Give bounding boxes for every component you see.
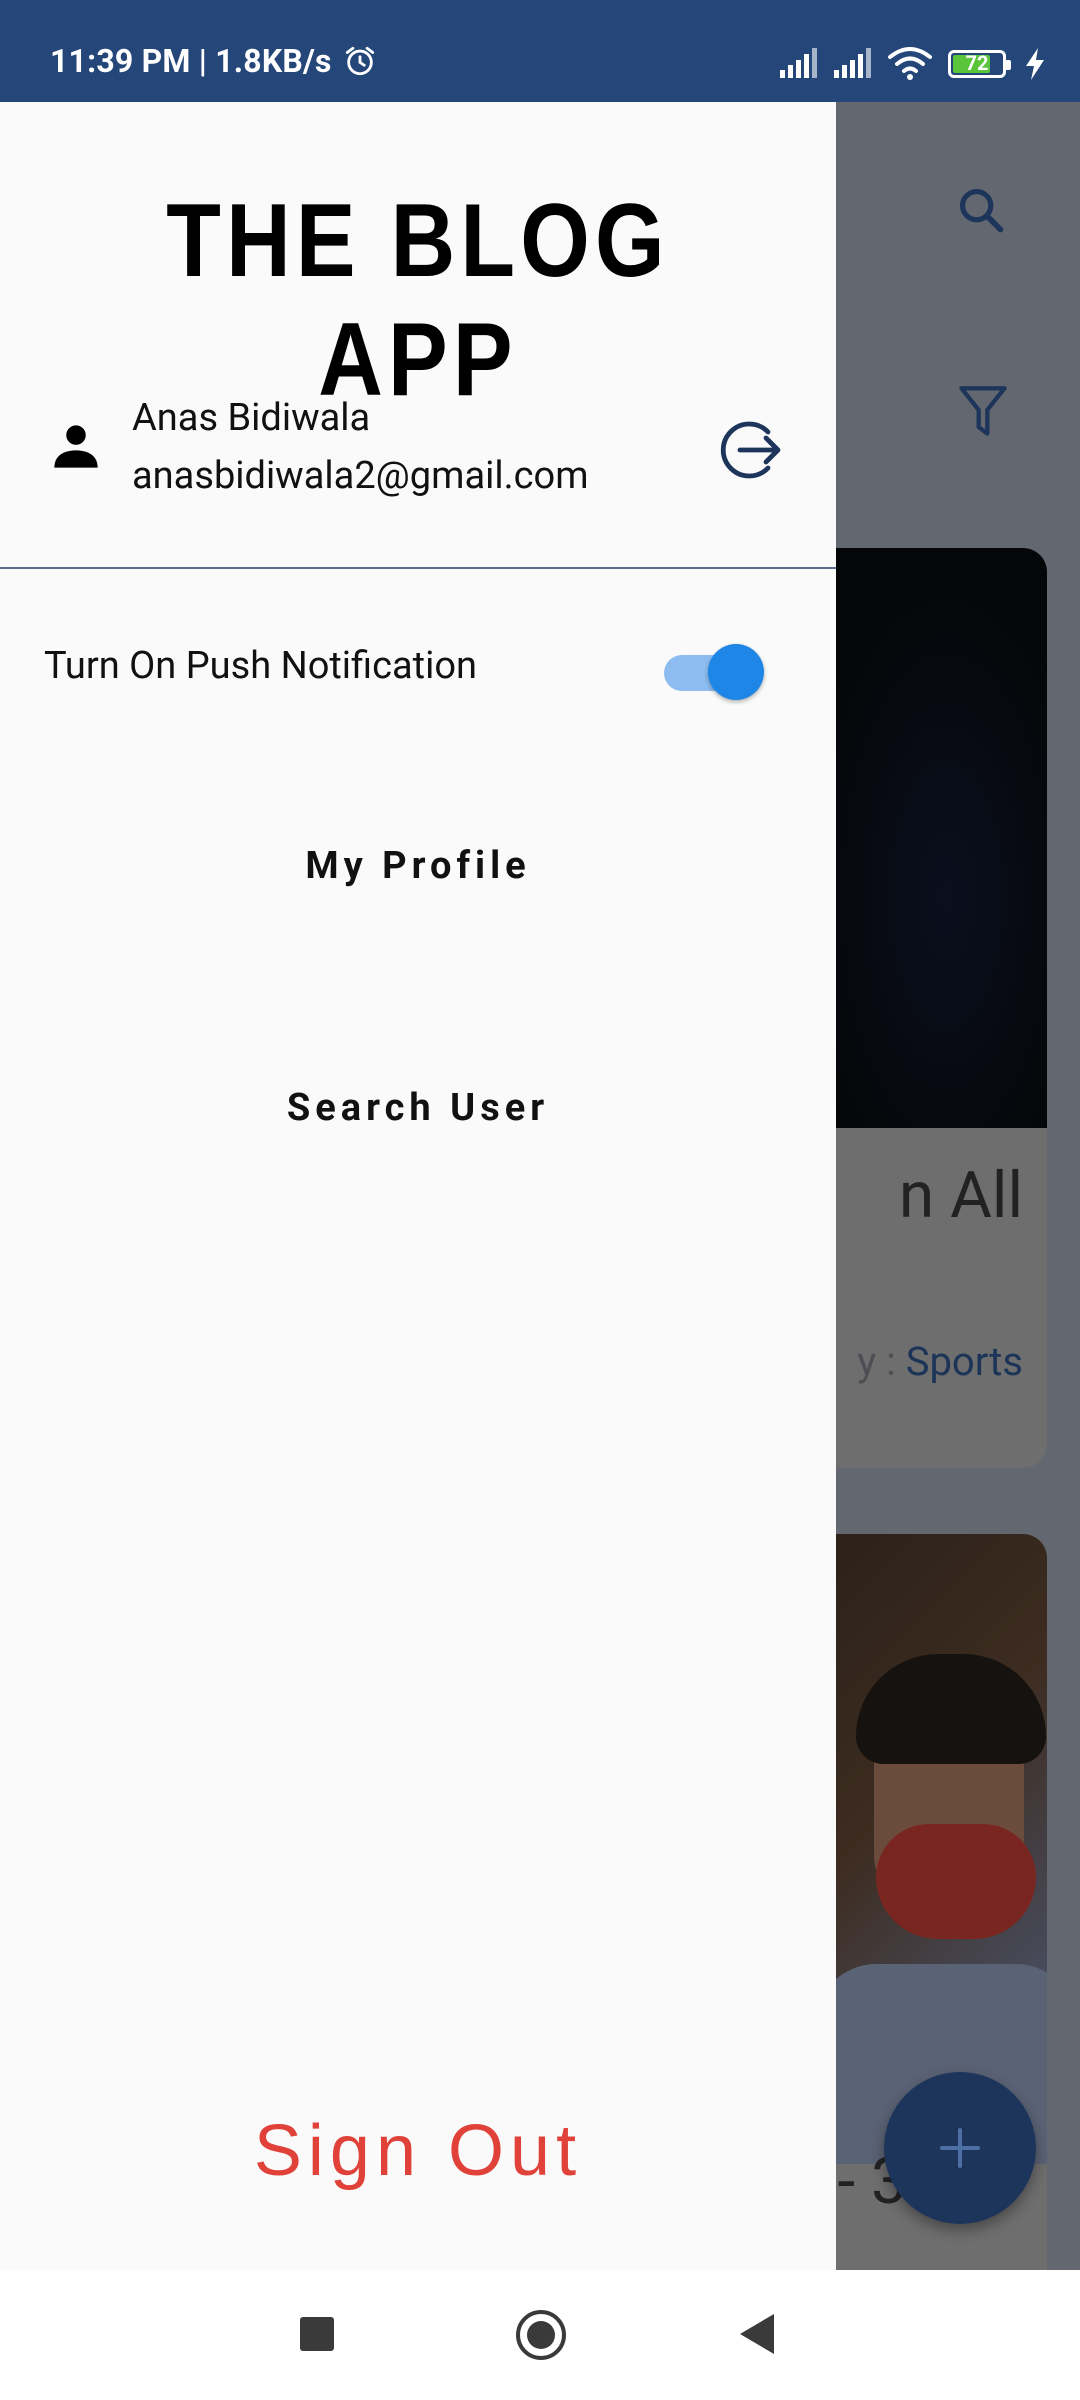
background-feed: n All y : Sports - 3 [836, 102, 1080, 2270]
navigation-drawer: THE BLOG APP Anas Bidiwala anasbidiwala2… [0, 102, 836, 2270]
user-name: Anas Bidiwala [132, 396, 371, 440]
signal-icon [780, 48, 817, 78]
status-bar: 11:39 PM | 1.8KB/s 72 [0, 0, 1080, 102]
battery-icon: 72 [948, 50, 1011, 78]
search-icon [959, 188, 1004, 233]
push-notification-label: Turn On Push Notification [44, 644, 477, 688]
wifi-icon [888, 47, 932, 80]
system-nav-bar [0, 2270, 1080, 2400]
push-notification-toggle[interactable] [664, 638, 766, 700]
post-category: y : Sports [857, 1338, 1023, 1385]
status-time: 11:39 PM | 1.8KB/s [50, 42, 332, 80]
battery-percent: 72 [965, 51, 989, 75]
recents-button[interactable] [300, 2317, 334, 2351]
alarm-icon [345, 46, 375, 76]
post-title: n All [898, 1158, 1023, 1233]
post-image [836, 1534, 1047, 2164]
app-title: THE BLOG APP [166, 183, 670, 418]
user-email: anasbidiwala2@gmail.com [132, 454, 589, 498]
divider [0, 567, 836, 569]
home-button[interactable] [516, 2310, 566, 2360]
logout-icon[interactable] [716, 416, 784, 484]
post-image [836, 548, 1047, 1128]
add-post-button[interactable] [884, 2072, 1036, 2224]
menu-item-search-user[interactable]: Search User [0, 1086, 836, 1130]
menu-item-my-profile[interactable]: My Profile [0, 844, 836, 888]
back-button[interactable] [740, 2314, 774, 2354]
sign-out-button[interactable]: Sign Out [0, 2110, 836, 2192]
post-card: n All y : Sports [836, 548, 1047, 1468]
plus-icon [940, 2128, 980, 2168]
charging-bolt-icon [1026, 48, 1044, 80]
signal-icon [834, 48, 871, 78]
person-icon [54, 425, 98, 468]
filter-icon [959, 386, 1007, 436]
